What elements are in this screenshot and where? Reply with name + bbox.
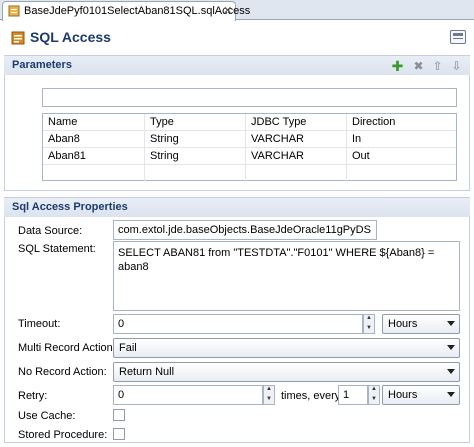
view-menu-icon[interactable] (450, 30, 466, 44)
data-source-field[interactable]: com.extol.jde.baseObjects.BaseJdeOracle1… (113, 220, 377, 240)
retry-every-spinner[interactable] (368, 385, 380, 405)
timeout-unit-value: Hours (388, 318, 418, 330)
multi-record-action-value: Fail (119, 342, 137, 354)
parameters-table: Name Type JDBC Type Direction Aban8 Stri… (42, 113, 457, 182)
chevron-down-icon (447, 369, 455, 374)
param-type-cell[interactable]: String (145, 131, 246, 148)
editor-tab-bar: BaseJdePyf0101SelectAban81SQL.sqlAccess … (0, 0, 474, 21)
param-type-cell[interactable]: String (145, 148, 246, 165)
close-icon[interactable]: ✕ (223, 4, 232, 17)
no-record-action-label: No Record Action: (18, 366, 107, 378)
table-empty-row (43, 165, 456, 182)
multi-record-action-select[interactable]: Fail (113, 338, 460, 358)
parameter-filter-input[interactable] (42, 88, 457, 107)
param-direction-cell[interactable]: In (347, 131, 456, 148)
sql-statement-label: SQL Statement: (18, 243, 96, 255)
stored-procedure-label: Stored Procedure: (18, 429, 108, 441)
use-cache-label: Use Cache: (18, 410, 76, 422)
editor-tab-label: BaseJdePyf0101SelectAban81SQL.sqlAccess (24, 5, 251, 17)
retry-times-every-label: times, every (281, 390, 341, 402)
chevron-down-icon (447, 345, 455, 350)
page-title: SQL Access (30, 29, 111, 45)
chevron-down-icon (447, 321, 455, 326)
retry-label: Retry: (18, 390, 48, 402)
retry-input[interactable]: 0 (113, 385, 263, 405)
param-jdbc-type-cell[interactable]: VARCHAR (246, 148, 347, 165)
add-icon[interactable]: ✚ (391, 59, 404, 73)
sql-access-icon (11, 31, 25, 45)
properties-section-title[interactable]: Sql Access Properties (4, 197, 470, 217)
move-down-icon[interactable]: ⇩ (450, 60, 463, 73)
sql-file-icon (8, 5, 20, 17)
chevron-down-icon (447, 392, 455, 397)
column-header-name[interactable]: Name (43, 114, 145, 131)
move-up-icon[interactable]: ⇧ (431, 60, 444, 73)
timeout-label: Timeout: (18, 318, 61, 330)
retry-every-input[interactable]: 1 (338, 385, 368, 405)
param-jdbc-type-cell[interactable]: VARCHAR (246, 131, 347, 148)
table-row[interactable]: Aban81 String VARCHAR Out (43, 148, 456, 165)
no-record-action-select[interactable]: Return Null (113, 362, 460, 382)
table-row[interactable]: Aban8 String VARCHAR In (43, 131, 456, 148)
retry-unit-select[interactable]: Hours (382, 385, 460, 405)
no-record-action-value: Return Null (119, 366, 175, 378)
table-header-row: Name Type JDBC Type Direction (43, 114, 456, 131)
stored-procedure-checkbox[interactable] (113, 428, 125, 440)
retry-unit-value: Hours (388, 389, 418, 401)
timeout-unit-select[interactable]: Hours (382, 314, 460, 334)
param-name-cell[interactable]: Aban8 (43, 131, 145, 148)
column-header-direction[interactable]: Direction (347, 114, 456, 131)
column-header-type[interactable]: Type (145, 114, 246, 131)
timeout-input[interactable]: 0 (113, 314, 363, 334)
delete-icon[interactable]: ✖ (412, 60, 425, 73)
retry-spinner[interactable] (263, 385, 275, 405)
use-cache-checkbox[interactable] (113, 409, 125, 421)
sql-statement-textarea[interactable]: SELECT ABAN81 from "TESTDTA"."F0101" WHE… (113, 241, 460, 311)
data-source-label: Data Source: (18, 225, 83, 237)
column-header-jdbc-type[interactable]: JDBC Type (246, 114, 347, 131)
timeout-spinner[interactable] (363, 314, 375, 334)
param-direction-cell[interactable]: Out (347, 148, 456, 165)
multi-record-action-label: Multi Record Action: (18, 342, 116, 354)
editor-tab[interactable]: BaseJdePyf0101SelectAban81SQL.sqlAccess … (2, 1, 250, 21)
param-name-cell[interactable]: Aban81 (43, 148, 145, 165)
